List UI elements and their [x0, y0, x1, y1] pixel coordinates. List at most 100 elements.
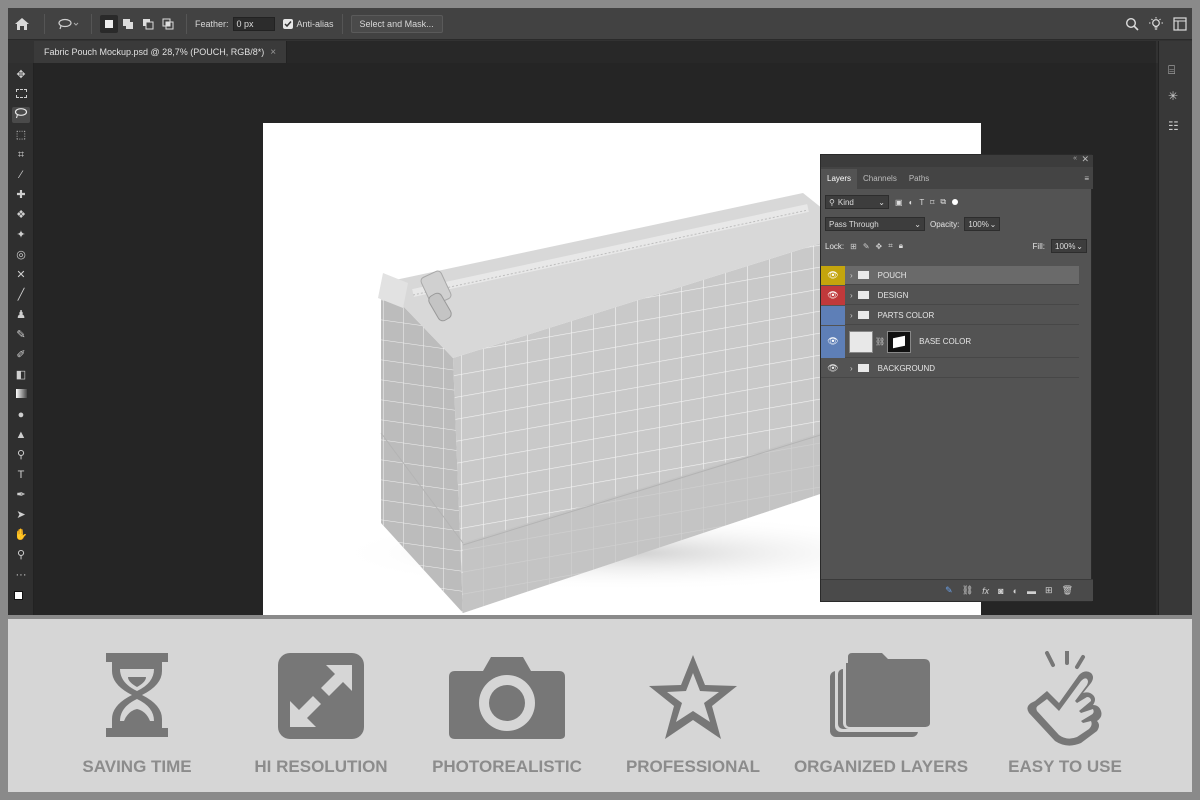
eyedropper-tool-icon[interactable]: ⁄: [12, 167, 30, 183]
add-selection-button[interactable]: [118, 15, 138, 33]
hourglass-icon: [106, 653, 168, 737]
opacity-field[interactable]: 100% ⌄: [964, 217, 1001, 231]
pen-tool-icon[interactable]: ✒: [12, 487, 30, 503]
search-button[interactable]: [1120, 8, 1144, 40]
workspace-button[interactable]: [1168, 8, 1192, 40]
stamp-tool-icon[interactable]: ♟: [12, 307, 30, 323]
type-filter-icon[interactable]: T: [919, 198, 924, 207]
object-selection-tool-icon[interactable]: ⬚: [12, 127, 30, 143]
feature-photorealistic: PHOTOREALISTIC: [412, 619, 602, 792]
divider: [44, 13, 45, 34]
feature-easy-to-use: EASY TO USE: [970, 619, 1160, 792]
spot-healing-tool-icon[interactable]: ✚: [12, 187, 30, 203]
adjustments-panel-icon[interactable]: ✳: [1168, 89, 1178, 103]
patch-tool-icon[interactable]: ✦: [12, 227, 30, 243]
properties-panel-icon[interactable]: ☷: [1168, 119, 1179, 133]
new-group-icon[interactable]: ▬: [1027, 586, 1036, 596]
layer-mask-thumbnail: [887, 330, 912, 353]
smart-object-filter-icon[interactable]: ⧉: [940, 197, 946, 207]
sharpen-tool-icon[interactable]: ▲: [12, 427, 30, 443]
new-selection-button[interactable]: [100, 14, 118, 33]
intersect-selection-button[interactable]: [158, 15, 178, 33]
feature-label: HI RESOLUTION: [254, 757, 388, 776]
pixel-filter-icon[interactable]: ▣: [895, 198, 903, 207]
lock-artboard-icon[interactable]: ⌗: [888, 241, 893, 251]
visibility-toggle[interactable]: 👁︎: [821, 265, 845, 285]
blend-row: Pass Through ⌄ Opacity: 100% ⌄: [825, 217, 1001, 231]
hand-tool-icon[interactable]: ✋: [12, 527, 30, 543]
visibility-toggle[interactable]: 👁︎: [821, 325, 845, 358]
expand-chevron-icon[interactable]: ›: [850, 364, 853, 373]
filter-toggle-icon[interactable]: [952, 199, 959, 205]
lock-image-icon[interactable]: ✎: [863, 242, 870, 251]
document-tab[interactable]: Fabric Pouch Mockup.psd @ 28,7% (POUCH, …: [34, 41, 288, 63]
lock-position-icon[interactable]: ✥: [876, 242, 883, 251]
crop-tool-icon[interactable]: ⌗: [12, 147, 30, 163]
red-eye-tool-icon[interactable]: ◎: [12, 247, 30, 263]
adjustment-filter-icon[interactable]: ◐: [909, 198, 914, 207]
panel-menu-icon[interactable]: ≡: [1084, 169, 1089, 189]
tab-layers[interactable]: Layers: [821, 169, 858, 189]
add-mask-icon[interactable]: ◙: [998, 586, 1003, 596]
link-icon[interactable]: ⛓︎: [875, 337, 885, 346]
tab-paths[interactable]: Paths: [903, 169, 935, 189]
eye-icon: 👁︎: [827, 269, 839, 280]
more-tools-icon[interactable]: ···: [12, 567, 30, 583]
art-history-brush-icon[interactable]: ✐: [12, 347, 30, 363]
path-selection-tool-icon[interactable]: ➤: [12, 507, 30, 523]
content-aware-move-icon[interactable]: ✕: [12, 267, 30, 283]
adjustment-layer-icon[interactable]: ◐: [1013, 586, 1018, 596]
layer-row-parts-color[interactable]: › PARTS COLOR: [821, 305, 1079, 325]
filter-kind-select[interactable]: ⚲ Kind ⌄: [825, 195, 889, 209]
lock-transparent-icon[interactable]: ⊞: [850, 242, 857, 251]
visibility-toggle[interactable]: 👁︎: [821, 285, 845, 305]
divider: [341, 13, 343, 34]
new-layer-icon[interactable]: ⊞: [1045, 585, 1053, 596]
fill-field[interactable]: 100% ⌄: [1051, 239, 1087, 253]
tab-channels[interactable]: Channels: [857, 169, 903, 189]
layer-row-design[interactable]: 👁︎ › DESIGN: [821, 285, 1079, 305]
expand-chevron-icon[interactable]: ›: [850, 311, 853, 320]
history-brush-icon[interactable]: ✎: [12, 327, 30, 343]
blur-tool-icon[interactable]: ●: [12, 407, 30, 423]
lock-all-icon[interactable]: 🔒︎: [899, 241, 903, 251]
zoom-tool-icon[interactable]: ⚲: [12, 547, 30, 563]
shape-filter-icon[interactable]: ⌑: [930, 198, 934, 207]
visibility-toggle[interactable]: 👁︎: [821, 359, 845, 378]
dodge-tool-icon[interactable]: ⚲: [12, 447, 30, 463]
feather-field[interactable]: 0 px: [232, 16, 275, 31]
lasso-tool-icon[interactable]: [12, 107, 30, 123]
pin-icon[interactable]: ✎: [945, 585, 953, 596]
eraser-tool-icon[interactable]: ◧: [12, 367, 30, 383]
collapse-icon[interactable]: «: [1073, 155, 1077, 162]
home-button[interactable]: [8, 8, 36, 40]
expand-chevron-icon[interactable]: ›: [850, 291, 853, 300]
visibility-toggle[interactable]: [821, 305, 845, 325]
blend-mode-select[interactable]: Pass Through ⌄: [825, 217, 925, 231]
foreground-background-swatch[interactable]: [12, 587, 30, 603]
new-selection-icon: [105, 19, 113, 28]
link-layers-icon[interactable]: ⛓︎: [962, 585, 973, 596]
camera-icon: [449, 657, 565, 739]
layer-row-background[interactable]: 👁︎ › BACKGROUND: [821, 359, 1079, 378]
close-panel-icon[interactable]: ✕: [1081, 154, 1089, 165]
antialias-checkbox[interactable]: [282, 18, 293, 29]
marquee-tool-icon[interactable]: [12, 87, 30, 103]
layer-row-base-color[interactable]: 👁︎ ⛓︎ BASE COLOR: [821, 325, 1079, 358]
select-and-mask-button[interactable]: Select and Mask...: [350, 14, 443, 33]
trash-icon[interactable]: 🗑︎: [1062, 585, 1073, 596]
bandaid-tool-icon[interactable]: ❖: [12, 207, 30, 223]
photoshop-window: Feather: 0 px Anti-alias Select and Mask…: [8, 8, 1192, 615]
brush-tool-icon[interactable]: ╱: [12, 287, 30, 303]
layer-row-pouch[interactable]: 👁︎ › POUCH: [821, 265, 1079, 285]
lasso-preset-button[interactable]: [53, 8, 83, 40]
fx-icon[interactable]: fx: [982, 586, 989, 596]
type-tool-icon[interactable]: T: [12, 467, 30, 483]
expand-chevron-icon[interactable]: ›: [850, 271, 853, 280]
move-tool-icon[interactable]: ✥: [12, 67, 30, 83]
close-tab-icon[interactable]: ×: [270, 47, 276, 58]
history-panel-icon[interactable]: ⌸: [1168, 63, 1175, 78]
subtract-selection-button[interactable]: [138, 15, 158, 33]
discover-button[interactable]: [1144, 8, 1168, 40]
gradient-tool-icon[interactable]: [12, 387, 30, 403]
